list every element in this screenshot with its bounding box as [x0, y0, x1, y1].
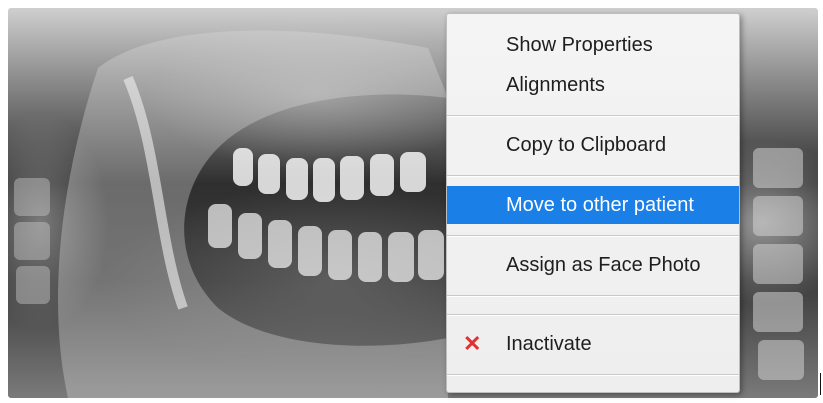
- context-menu: Show Properties Alignments Copy to Clipb…: [446, 13, 740, 393]
- window-edge: [820, 373, 821, 395]
- menu-item-label: Show Properties: [506, 34, 653, 56]
- menu-item-assign-as-face-photo[interactable]: Assign as Face Photo: [447, 246, 739, 284]
- menu-item-copy-to-clipboard[interactable]: Copy to Clipboard: [447, 126, 739, 164]
- menu-item-label: Copy to Clipboard: [506, 134, 667, 156]
- menu-separator: [447, 374, 739, 376]
- menu-item-inactivate[interactable]: ✕ Inactivate: [447, 325, 739, 363]
- menu-separator: [447, 295, 739, 297]
- menu-separator: [447, 175, 739, 177]
- menu-separator: [447, 235, 739, 237]
- menu-item-show-properties[interactable]: Show Properties: [447, 26, 739, 64]
- menu-separator: [447, 314, 739, 316]
- menu-item-label: Move to other patient: [506, 194, 694, 216]
- menu-item-label: Assign as Face Photo: [506, 254, 701, 276]
- menu-separator: [447, 115, 739, 117]
- x-mark-icon: ✕: [463, 331, 482, 356]
- menu-item-label: Inactivate: [506, 333, 592, 355]
- menu-item-alignments[interactable]: Alignments: [447, 66, 739, 104]
- menu-item-label: Alignments: [506, 74, 605, 96]
- menu-item-move-to-other-patient[interactable]: Move to other patient: [447, 186, 739, 224]
